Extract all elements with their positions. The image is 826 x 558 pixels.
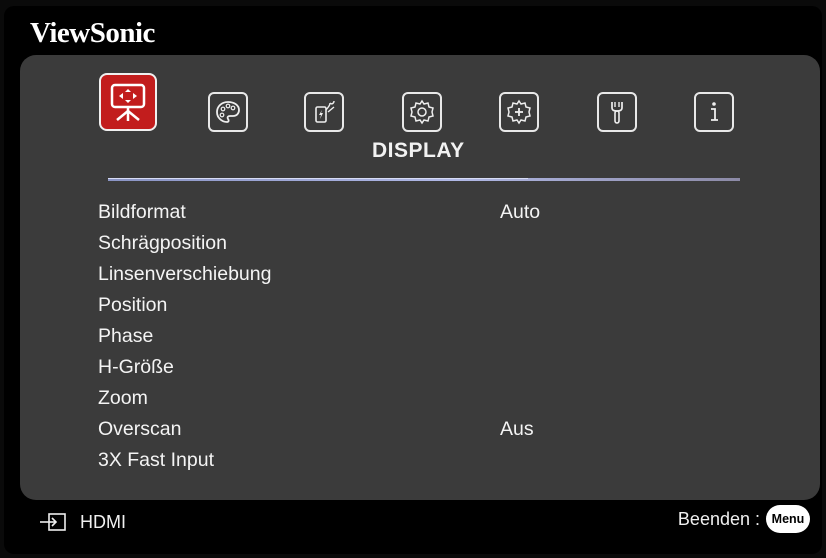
title-divider-highlight xyxy=(108,178,528,179)
menu-item-label: Bildformat xyxy=(98,201,186,223)
menu-item-label: 3X Fast Input xyxy=(98,449,214,471)
source-label: HDMI xyxy=(80,511,126,532)
menu-item-position[interactable]: Position xyxy=(98,291,738,322)
exit-hint: Beenden : Menu xyxy=(678,505,810,533)
exit-label: Beenden : xyxy=(677,508,760,529)
palette-icon xyxy=(216,101,240,123)
menu-item-phase[interactable]: Phase xyxy=(98,322,738,353)
input-source-icon xyxy=(40,513,66,531)
menu-item-linsenverschiebung[interactable]: Linsenverschiebung xyxy=(98,260,738,291)
menu-button[interactable]: Menu xyxy=(766,505,810,533)
menu-list: Bildformat Auto Schrägposition Linsenver… xyxy=(98,198,738,477)
tab-image[interactable] xyxy=(208,92,248,132)
menu-item-overscan[interactable]: Overscan Aus xyxy=(98,415,738,446)
input-source: HDMI xyxy=(38,510,126,534)
menu-item-label: Zoom xyxy=(98,387,148,409)
menu-item-bildformat[interactable]: Bildformat Auto xyxy=(98,198,738,229)
tab-information[interactable] xyxy=(694,92,734,132)
menu-item-label: Overscan xyxy=(98,418,182,440)
brand-logo: ViewSonic xyxy=(30,17,155,49)
gear-advanced-icon xyxy=(507,99,531,125)
display-icon xyxy=(110,83,146,121)
gear-basic-icon xyxy=(410,99,434,125)
menu-item-3x-fast-input[interactable]: 3X Fast Input xyxy=(98,446,738,477)
power-management-icon xyxy=(315,100,335,123)
menu-item-schraegposition[interactable]: Schrägposition xyxy=(98,229,738,260)
menu-item-h-groesse[interactable]: H-Größe xyxy=(98,353,738,384)
tab-advanced[interactable] xyxy=(499,92,539,132)
menu-item-label: Linsenverschiebung xyxy=(98,263,272,285)
menu-item-label: Schrägposition xyxy=(98,232,227,254)
section-title: DISPLAY xyxy=(372,139,465,162)
menu-item-value: Aus xyxy=(500,418,534,440)
menu-item-zoom[interactable]: Zoom xyxy=(98,384,738,415)
tab-display[interactable] xyxy=(99,73,157,131)
tab-basic[interactable] xyxy=(402,92,442,132)
tab-system[interactable] xyxy=(597,92,637,132)
menu-item-label: H-Größe xyxy=(98,356,174,378)
tab-power[interactable] xyxy=(304,92,344,132)
menu-item-label: Position xyxy=(98,294,168,316)
wrench-icon xyxy=(611,102,623,124)
info-icon xyxy=(711,102,718,121)
menu-item-label: Phase xyxy=(98,325,154,347)
menu-item-value: Auto xyxy=(500,201,541,223)
